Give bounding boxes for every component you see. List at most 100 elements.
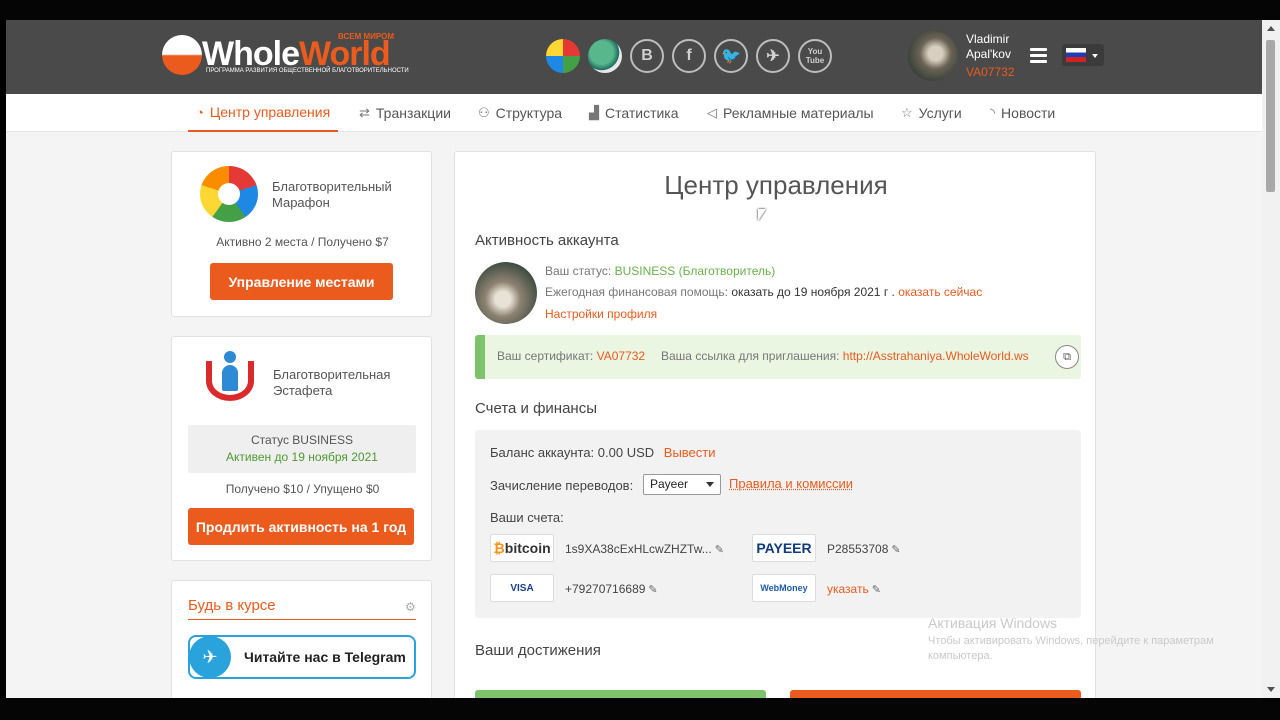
scroll-up-icon[interactable] (1267, 26, 1275, 31)
menu-icon[interactable] (1030, 48, 1047, 63)
balance-label: Баланс аккаунта: 0.00 USD (490, 445, 655, 460)
balance-line: Баланс аккаунта: 0.00 USD Вывести (490, 445, 716, 460)
social-links: В f 🐦 ✈ You Tube (546, 39, 832, 73)
telegram-button[interactable]: ✈ Читайте нас в Telegram (188, 635, 416, 679)
relay-title: Благотворительная Эстафета (273, 367, 391, 398)
structure-icon: ⚇ (478, 105, 490, 120)
browser-viewport: WholeWorld ВСЕМ МИРОМ ПРОГРАММА РАЗВИТИЯ… (6, 20, 1262, 698)
megaphone-icon: ◁ (707, 105, 717, 120)
invite-label: Ваша ссылка для приглашения: (661, 349, 840, 363)
user-id: VA07732 (966, 65, 1015, 79)
invite-info: Ваша ссылка для приглашения: http://Asst… (661, 349, 1029, 363)
withdraw-link[interactable]: Вывести (664, 445, 716, 460)
certificate-info: Ваш сертификат: VA07732 (497, 349, 645, 363)
profile-line: Настройки профиля (545, 307, 657, 321)
nav-label: Центр управления (209, 104, 331, 120)
pencil-icon[interactable]: ✎ (872, 584, 881, 596)
relay-status-box: Статус BUSINESS Активен до 19 ноября 202… (188, 425, 416, 473)
extend-activity-button[interactable]: Продлить активность на 1 год (188, 508, 414, 545)
language-selector[interactable] (1062, 44, 1104, 66)
windows-activation-watermark: Активация Windows Чтобы активировать Win… (928, 615, 1228, 664)
profile-settings-link[interactable]: Настройки профиля (545, 307, 657, 321)
help-now-link[interactable]: оказать сейчас (898, 285, 982, 299)
qiwi-wallet: +79270716689 ✎ (565, 582, 658, 596)
bitcoin-wallet: 1s9XA38cExHLcwZHZTw... ✎ (565, 542, 724, 556)
pinwheel-icon[interactable] (546, 39, 580, 73)
payeer-id: P28553708 (827, 542, 889, 556)
status-label: Ваш статус: (545, 264, 612, 278)
pencil-icon[interactable]: ✎ (648, 584, 657, 596)
manage-places-button[interactable]: Управление местами (210, 263, 393, 300)
cert-label: Ваш сертификат: (497, 349, 594, 363)
payeer-wallet: P28553708 ✎ (827, 542, 901, 556)
webmoney-logo: WebMoney (752, 574, 816, 602)
news-card: Будь в курсе ⚙ ✈ Читайте нас в Telegram (171, 580, 432, 698)
annual-value: оказать до 19 ноября 2021 г . (731, 285, 895, 299)
user-avatar[interactable] (908, 31, 958, 81)
charity-button[interactable]: Благотворительность (475, 690, 766, 698)
nav-label: Рекламные материалы (723, 105, 874, 121)
pencil-icon[interactable]: ✎ (891, 544, 900, 556)
user-name[interactable]: Vladimir Apal'kov (966, 32, 1026, 62)
nav-news[interactable]: ◝ Новости (990, 94, 1055, 132)
nav-label: Услуги (918, 105, 962, 121)
personal-income-button[interactable]: Личный доход (790, 690, 1081, 698)
page-title: Центр управления (664, 170, 888, 200)
nav-services[interactable]: ☆ Услуги (901, 94, 962, 132)
star-icon: ☆ (901, 105, 913, 120)
nav-promo[interactable]: ◁ Рекламные материалы (707, 94, 874, 132)
pencil-icon[interactable]: ✎ (715, 544, 724, 556)
marathon-stats: Активно 2 места / Получено $7 (216, 235, 389, 249)
status-line: Ваш статус: BUSINESS (Благотворитель) (545, 264, 775, 278)
logo-globe-icon (162, 35, 202, 75)
nav-label: Структура (495, 105, 563, 121)
nav-dashboard[interactable]: ◔ Центр управления (188, 94, 339, 132)
annual-label: Ежегодная финансовая помощь: (545, 285, 728, 299)
invite-link[interactable]: http://Asstrahaniya.WholeWorld.ws (843, 349, 1029, 363)
bitcoin-logo: ₿ bitcoin (490, 534, 554, 562)
telegram-icon[interactable]: ✈ (756, 39, 790, 73)
transfer-label: Зачисление переводов: (490, 478, 634, 493)
scrollbar-thumb[interactable] (1266, 40, 1275, 192)
youtube-icon[interactable]: You Tube (798, 39, 832, 73)
copy-icon[interactable]: ⧉ (1055, 345, 1079, 369)
window-top-strip (0, 0, 1280, 20)
main-nav: ◔ Центр управления ⇄ Транзакции ⚇ Структ… (6, 94, 1262, 132)
rules-link[interactable]: Правила и комиссии (729, 476, 853, 491)
bitcoin-address: 1s9XA38cExHLcwZHZTw... (565, 542, 712, 556)
facebook-icon[interactable]: f (672, 39, 706, 73)
news-title: Будь в курсе (188, 597, 276, 614)
marathon-logo-icon (200, 166, 258, 222)
chevron-down-icon (1092, 54, 1098, 58)
nav-statistics[interactable]: ▟ Статистика (589, 94, 679, 132)
vk-icon[interactable]: В (630, 39, 664, 73)
wholeworld-logo[interactable]: WholeWorld ВСЕМ МИРОМ ПРОГРАММА РАЗВИТИЯ… (162, 32, 412, 78)
page-scrollbar[interactable] (1262, 20, 1280, 698)
window-bottom-strip (0, 698, 1280, 720)
watermark-title: Активация Windows (928, 615, 1058, 631)
finance-heading: Счета и финансы (475, 400, 597, 417)
telegram-icon: ✈ (189, 636, 231, 678)
scroll-down-icon[interactable] (1267, 687, 1275, 692)
qiwi-phone: +79270716689 (565, 582, 646, 596)
relay-active-until: Активен до 19 ноября 2021 (226, 450, 378, 464)
logo-subtitle: ПРОГРАММА РАЗВИТИЯ ОБЩЕСТВЕННОЙ БЛАГОТВО… (206, 68, 409, 74)
account-avatar (475, 262, 537, 324)
nav-label: Статистика (605, 105, 679, 121)
divider (188, 619, 416, 620)
gear-icon[interactable]: ⚙ (405, 600, 416, 614)
nav-structure[interactable]: ⚇ Структура (478, 94, 562, 132)
twitter-icon[interactable]: 🐦 (714, 39, 748, 73)
achievements-heading: Ваши достижения (475, 642, 601, 659)
activity-heading: Активность аккаунта (475, 232, 619, 249)
globe-icon[interactable] (588, 39, 622, 73)
finance-box: Баланс аккаунта: 0.00 USD Вывести Зачисл… (475, 430, 1081, 618)
transfer-select[interactable]: Payeer (643, 474, 721, 495)
relay-status: Статус BUSINESS (251, 433, 353, 447)
dashboard-icon: ◔ (196, 104, 204, 120)
watermark-text: Чтобы активировать Windows, перейдите к … (928, 635, 1214, 662)
logo-tagline: ВСЕМ МИРОМ (338, 32, 395, 41)
relay-logo-icon (202, 351, 258, 409)
webmoney-set-link[interactable]: указать (827, 582, 869, 596)
nav-transactions[interactable]: ⇄ Транзакции (359, 94, 451, 132)
